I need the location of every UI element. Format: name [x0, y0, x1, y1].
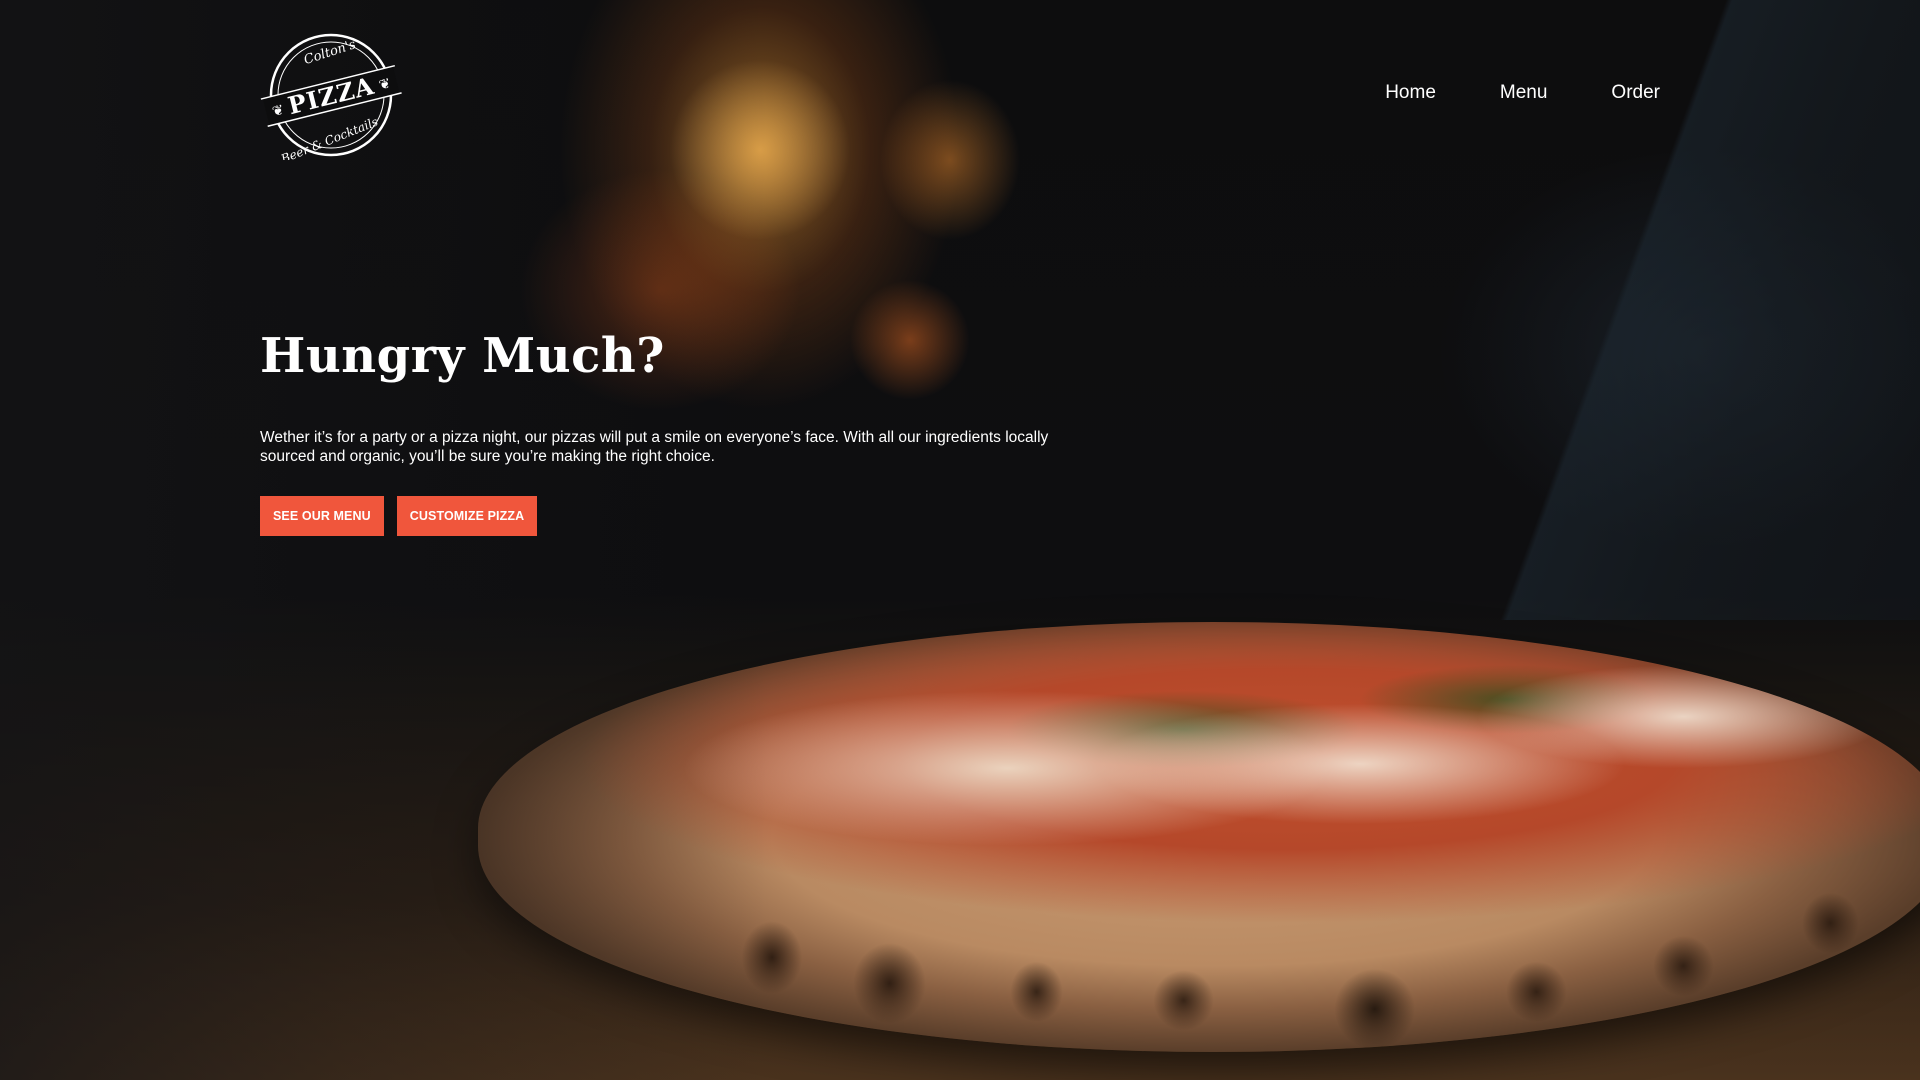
hero-buttons: SEE OUR MENU CUSTOMIZE PIZZA [260, 496, 1060, 536]
background-vignette [0, 0, 1920, 1080]
hero-description: Wether it’s for a party or a pizza night… [260, 429, 1049, 465]
customize-pizza-button[interactable]: CUSTOMIZE PIZZA [396, 496, 538, 536]
hero-content: Hungry Much? Wether it’s for a party or … [260, 326, 1060, 536]
nav-home-link[interactable]: Home [1385, 82, 1436, 104]
brand-logo[interactable]: Colton's PIZZA ❦ ❦ Beer & Cocktails [258, 30, 404, 160]
logo-main-text: PIZZA [285, 71, 377, 120]
main-nav: Home Menu Order [1385, 82, 1660, 104]
logo-bottom-text: Beer & Cocktails [278, 114, 380, 160]
see-our-menu-button[interactable]: SEE OUR MENU [260, 496, 384, 536]
hero-section: Colton's PIZZA ❦ ❦ Beer & Cocktails Home… [0, 0, 1920, 1080]
hero-headline: Hungry Much? [260, 328, 665, 384]
nav-menu-link[interactable]: Menu [1500, 82, 1548, 104]
nav-order-link[interactable]: Order [1611, 82, 1660, 104]
